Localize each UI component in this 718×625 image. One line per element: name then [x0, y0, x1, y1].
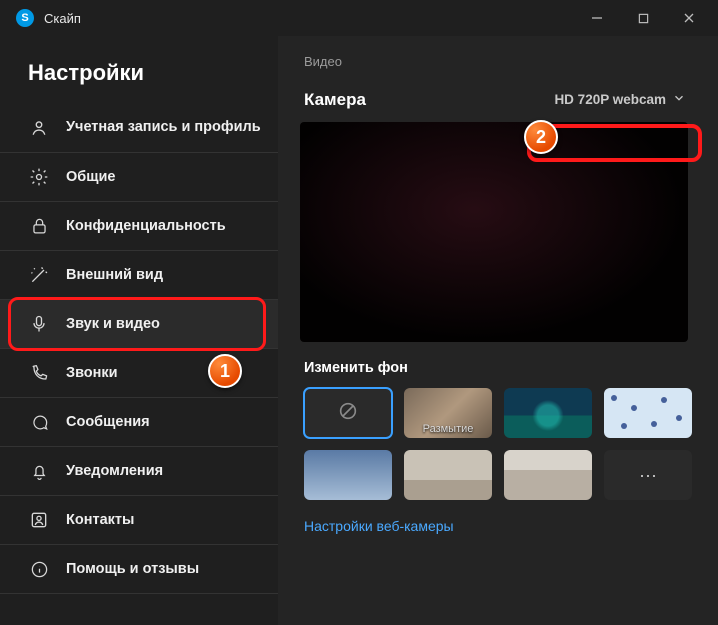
chat-icon	[28, 413, 50, 432]
annotation-badge-1: 1	[208, 354, 242, 388]
sidebar-item-contacts[interactable]: Контакты	[0, 496, 278, 545]
close-button[interactable]	[666, 2, 712, 34]
sidebar-item-label: Помощь и отзывы	[66, 561, 199, 577]
main-pane: Видео Камера HD 720P webcam Изменить фон…	[278, 36, 718, 625]
phone-icon	[28, 364, 50, 383]
minimize-button[interactable]	[574, 2, 620, 34]
maximize-button[interactable]	[620, 2, 666, 34]
gear-icon	[28, 167, 50, 187]
sidebar-item-privacy[interactable]: Конфиденциальность	[0, 202, 278, 251]
info-icon	[28, 560, 50, 579]
bell-icon	[28, 462, 50, 481]
chevron-down-icon	[672, 91, 686, 108]
background-option-4[interactable]	[404, 450, 492, 500]
contacts-icon	[28, 510, 50, 530]
background-blur[interactable]: Размытие	[404, 388, 492, 438]
thumb-label: Размытие	[404, 423, 492, 435]
app-logo: S	[16, 9, 34, 27]
background-option-3[interactable]	[304, 450, 392, 500]
window-controls	[574, 2, 712, 34]
sidebar-item-label: Звук и видео	[66, 316, 160, 332]
background-option-5[interactable]	[504, 450, 592, 500]
sidebar-item-appearance[interactable]: Внешний вид	[0, 251, 278, 300]
microphone-icon	[28, 314, 50, 334]
background-more-button[interactable]: ···	[604, 450, 692, 500]
sidebar-item-account[interactable]: Учетная запись и профиль	[0, 104, 278, 153]
sidebar-item-label: Уведомления	[66, 463, 163, 479]
background-option-1[interactable]	[504, 388, 592, 438]
none-icon	[337, 400, 359, 427]
sidebar-item-label: Общие	[66, 169, 115, 185]
camera-select-value: HD 720P webcam	[554, 92, 666, 107]
webcam-settings-link[interactable]: Настройки веб-камеры	[304, 518, 454, 534]
background-thumb-grid: Размытие ···	[304, 388, 692, 500]
wand-icon	[28, 265, 50, 285]
sidebar-item-label: Учетная запись и профиль	[66, 119, 261, 136]
more-icon: ···	[639, 465, 657, 486]
settings-title: Настройки	[0, 48, 278, 104]
sidebar-item-label: Звонки	[66, 365, 118, 381]
camera-select-dropdown[interactable]: HD 720P webcam	[548, 87, 692, 112]
sidebar-item-messages[interactable]: Сообщения	[0, 398, 278, 447]
titlebar: S Скайп	[0, 0, 718, 36]
camera-heading: Камера	[304, 90, 366, 110]
app-title: Скайп	[44, 11, 81, 26]
background-option-2[interactable]	[604, 388, 692, 438]
sidebar-item-notifications[interactable]: Уведомления	[0, 447, 278, 496]
sidebar-item-label: Конфиденциальность	[66, 218, 226, 234]
sidebar-item-label: Контакты	[66, 512, 134, 528]
profile-icon	[28, 118, 50, 138]
sidebar-item-audio-video[interactable]: Звук и видео	[0, 300, 278, 349]
lock-icon	[28, 217, 50, 236]
sidebar-item-label: Сообщения	[66, 414, 150, 430]
sidebar-item-label: Внешний вид	[66, 267, 163, 283]
background-heading: Изменить фон	[304, 360, 692, 376]
background-none[interactable]	[304, 388, 392, 438]
annotation-badge-2: 2	[524, 120, 558, 154]
sidebar: Настройки Учетная запись и профиль Общие…	[0, 36, 278, 625]
sidebar-item-help[interactable]: Помощь и отзывы	[0, 545, 278, 594]
sidebar-item-general[interactable]: Общие	[0, 153, 278, 202]
camera-preview	[300, 122, 688, 342]
section-label-video: Видео	[304, 54, 692, 69]
